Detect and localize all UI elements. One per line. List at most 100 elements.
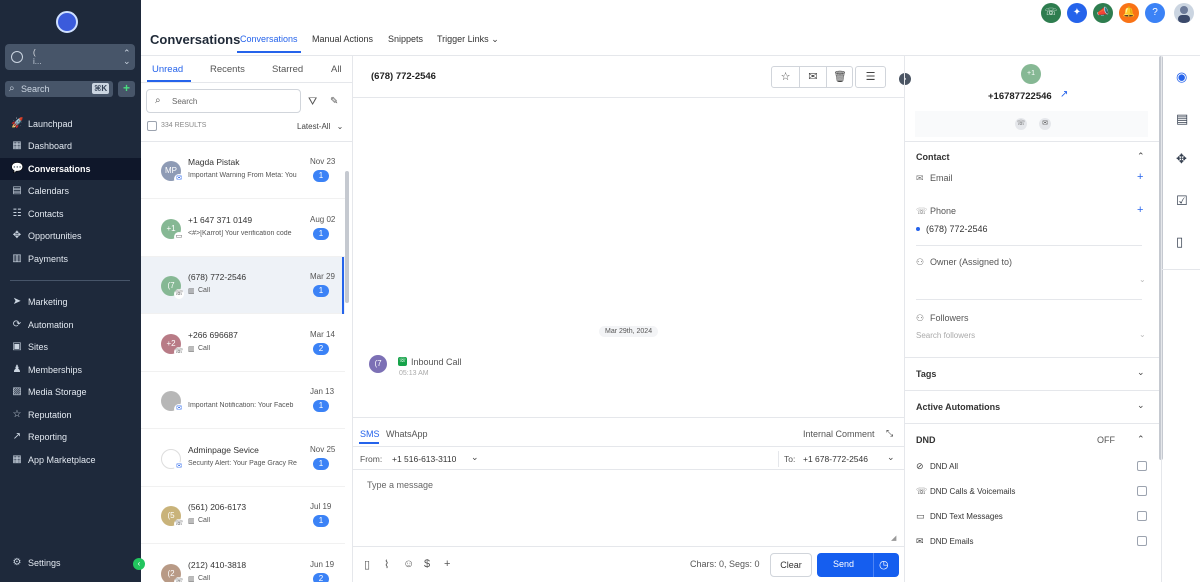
user-avatar[interactable] bbox=[1174, 3, 1194, 23]
phone-icon[interactable]: ☏ bbox=[1015, 118, 1027, 130]
filter-unread[interactable]: Unread bbox=[152, 64, 183, 75]
compose-icon[interactable]: ✎ bbox=[330, 96, 338, 107]
sidebar-item-reputation[interactable]: ☆ Reputation bbox=[0, 404, 141, 426]
dnd-checkbox[interactable] bbox=[1137, 511, 1147, 521]
calendar-icon[interactable]: ▤ bbox=[1176, 111, 1188, 127]
sidebar-item-sites[interactable]: ▣ Sites bbox=[0, 336, 141, 358]
mail-icon[interactable]: ✉ bbox=[1039, 118, 1051, 130]
phone-value[interactable]: (678) 772-2546 bbox=[926, 224, 988, 234]
account-switcher[interactable]: ( i... ⌃ ⌄ bbox=[5, 44, 135, 70]
list-item[interactable]: +2 ☏ +266 696687 ▥ Call Mar 14 2 bbox=[141, 315, 345, 372]
tab-manual-actions[interactable]: Manual Actions bbox=[312, 34, 373, 44]
dollar-icon[interactable]: $ bbox=[424, 558, 430, 570]
internal-comment-toggle[interactable]: Internal Comment bbox=[803, 429, 875, 439]
attachment-icon[interactable]: ⌇ bbox=[384, 558, 389, 571]
dnd-checkbox[interactable] bbox=[1137, 536, 1147, 546]
message-input[interactable]: Type a message bbox=[367, 480, 433, 490]
resize-handle-icon[interactable]: ◢ bbox=[891, 534, 896, 542]
section-dnd[interactable]: DND bbox=[916, 435, 936, 445]
minimize-icon[interactable]: ⤡ bbox=[886, 428, 893, 439]
sidebar-item-marketing[interactable]: ➤ Marketing bbox=[0, 291, 141, 313]
dnd-checkbox[interactable] bbox=[1137, 461, 1147, 471]
section-active-automations[interactable]: Active Automations bbox=[916, 402, 1000, 412]
filter-recents[interactable]: Recents bbox=[210, 64, 245, 75]
list-item[interactable]: (5 ☏ (561) 206-6173 ▥ Call Jul 19 1 bbox=[141, 487, 345, 544]
sidebar-item-opportunities[interactable]: ✥ Opportunities bbox=[0, 225, 141, 247]
sidebar-item-automation[interactable]: ⟳ Automation bbox=[0, 314, 141, 336]
chevron-down-icon[interactable]: ⌄ bbox=[471, 452, 479, 463]
add-phone-button[interactable]: + bbox=[1137, 204, 1143, 216]
clear-button[interactable]: Clear bbox=[770, 553, 812, 577]
add-email-button[interactable]: + bbox=[1137, 171, 1143, 183]
contact-profile-icon[interactable]: ◉ bbox=[1176, 69, 1187, 85]
section-tags[interactable]: Tags bbox=[916, 369, 936, 379]
list-item[interactable]: +1 ▭ +1 647 371 0149 <#>[Karrot] Your verif… bbox=[141, 200, 345, 257]
sidebar-item-media-storage[interactable]: ▨ Media Storage bbox=[0, 381, 141, 403]
followers-search[interactable]: Search followers bbox=[916, 331, 975, 340]
sidebar-item-reporting[interactable]: ↗ Reporting bbox=[0, 426, 141, 448]
list-item[interactable]: (2 ☏ (212) 410-3818 ▥ Call Jun 19 2 bbox=[141, 545, 345, 582]
bell-icon[interactable]: 🔔 bbox=[1119, 3, 1139, 23]
to-number-select[interactable]: +1 678-772-2546 bbox=[803, 454, 868, 464]
list-item[interactable]: ✉ Important Notification: Your Faceb Jan 1… bbox=[141, 372, 345, 429]
document-icon[interactable]: ▯ bbox=[364, 558, 370, 571]
sidebar-item-dashboard[interactable]: ▦ Dashboard bbox=[0, 135, 141, 157]
select-all-checkbox[interactable] bbox=[147, 121, 157, 131]
help-icon[interactable]: ? bbox=[1145, 3, 1165, 23]
sidebar-item-memberships[interactable]: ♟ Memberships bbox=[0, 359, 141, 381]
quick-add-button[interactable]: + bbox=[118, 81, 135, 97]
schedule-icon[interactable]: ◷ bbox=[879, 558, 889, 571]
megaphone-icon[interactable]: 📣 bbox=[1093, 3, 1113, 23]
list-scrollbar[interactable] bbox=[345, 171, 349, 303]
chevron-up-icon[interactable]: ⌃ bbox=[1137, 434, 1145, 445]
conversation-preview: ▥ Call bbox=[188, 287, 300, 294]
dnd-checkbox[interactable] bbox=[1137, 486, 1147, 496]
plus-icon[interactable]: + bbox=[444, 558, 450, 570]
from-number-select[interactable]: +1 516-613-3110 bbox=[392, 454, 456, 464]
sidebar-item-contacts[interactable]: ☷ Contacts bbox=[0, 203, 141, 225]
sidebar-item-settings[interactable]: ⚙ Settings bbox=[0, 552, 141, 574]
sidebar-item-app-marketplace[interactable]: ▦ App Marketplace bbox=[0, 449, 141, 471]
chevron-down-icon[interactable]: ⌄ bbox=[1139, 275, 1146, 284]
notes-icon[interactable]: ▯ bbox=[1176, 234, 1183, 250]
emoji-icon[interactable]: ☺ bbox=[403, 558, 414, 570]
filter-all[interactable]: All bbox=[331, 64, 342, 75]
sidebar-search[interactable]: ⌕ Search ⌘K bbox=[5, 81, 113, 97]
chevron-down-icon[interactable]: ⌄ bbox=[1139, 330, 1146, 339]
mark-read-icon[interactable]: ✉ bbox=[799, 67, 826, 87]
tab-conversations[interactable]: Conversations bbox=[240, 34, 298, 44]
conversation-search[interactable]: ⌕ Search bbox=[146, 89, 301, 113]
section-contact[interactable]: Contact bbox=[916, 152, 950, 162]
sidebar: ( i... ⌃ ⌄ ⌕ Search ⌘K + 🚀 Launchpad ▦ Dashb… bbox=[0, 0, 145, 582]
trash-icon[interactable]: 🗑 bbox=[826, 67, 853, 87]
sidebar-item-launchpad[interactable]: 🚀 Launchpad bbox=[0, 113, 141, 135]
tab-snippets[interactable]: Snippets bbox=[388, 34, 423, 44]
chevron-down-icon[interactable]: ⌄ bbox=[1137, 400, 1145, 411]
sidebar-item-payments[interactable]: ▥ Payments bbox=[0, 248, 141, 270]
sidebar-item-calendars[interactable]: ▤ Calendars bbox=[0, 180, 141, 202]
tab-trigger-links[interactable]: Trigger Links ⌄ bbox=[437, 34, 499, 45]
star-icon[interactable]: ☆ bbox=[772, 67, 799, 87]
sort-dropdown[interactable]: Latest-All ⌄ bbox=[297, 122, 343, 131]
company-logo[interactable] bbox=[56, 11, 78, 33]
chevron-down-icon[interactable]: ⌄ bbox=[1137, 367, 1145, 378]
filter-icon[interactable]: ⛛ bbox=[308, 96, 317, 109]
phone-icon[interactable]: ☏ bbox=[1041, 3, 1061, 23]
list-item[interactable]: ✉ Adminpage Sevice Security Alert: Your Pa… bbox=[141, 430, 345, 487]
list-item[interactable]: (7 ☏ (678) 772-2546 ▥ Call Mar 29 1 bbox=[141, 257, 345, 314]
conversation-preview: Important Notification: Your Faceb bbox=[188, 402, 300, 409]
tab-whatsapp[interactable]: WhatsApp bbox=[386, 429, 428, 439]
opportunities-icon[interactable]: ✥ bbox=[1176, 151, 1187, 167]
filter-starred[interactable]: Starred bbox=[272, 64, 303, 75]
filter-lines-icon[interactable]: ☰ bbox=[855, 66, 886, 88]
chat-panel: (678) 772-2546 ☆ ✉ 🗑 ☰ › Mar 29th, 2024 … bbox=[353, 56, 911, 582]
list-item[interactable]: MP ✉ Magda Pistak Important Warning From Me… bbox=[141, 142, 345, 199]
magic-icon[interactable]: ✦ bbox=[1067, 3, 1087, 23]
chevron-down-icon[interactable]: ⌄ bbox=[887, 452, 895, 463]
tab-sms[interactable]: SMS bbox=[360, 429, 380, 439]
send-button[interactable]: Send ◷ bbox=[817, 553, 899, 577]
task-check-icon[interactable]: ☑ bbox=[1176, 193, 1188, 209]
external-link-icon[interactable]: ↗ bbox=[1060, 89, 1068, 100]
sidebar-item-conversations[interactable]: 💬 Conversations bbox=[0, 158, 141, 180]
chevron-up-icon[interactable]: ⌃ bbox=[1137, 151, 1145, 162]
